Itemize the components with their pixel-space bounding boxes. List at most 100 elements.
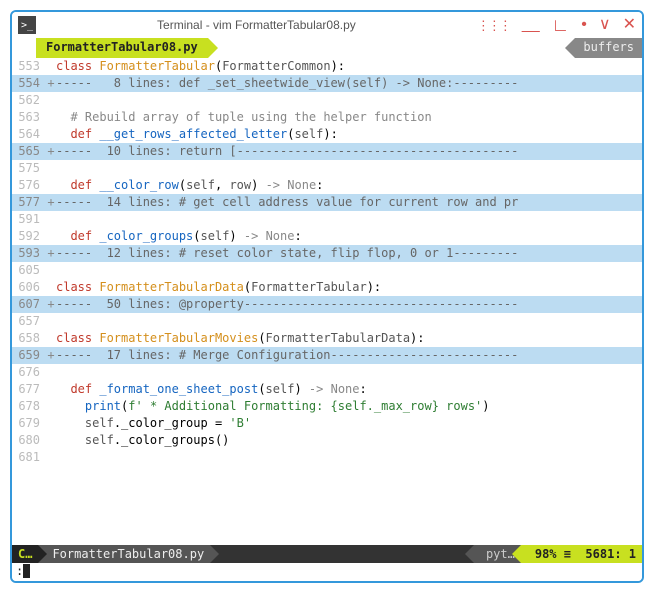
code-line[interactable]: 679 self._color_group = 'B' [12,415,642,432]
line-content [56,211,642,228]
fold-column [46,228,56,245]
line-content: # Rebuild array of tuple using the helpe… [56,109,642,126]
line-content [56,160,642,177]
window-title: Terminal - vim FormatterTabular08.py [42,18,471,32]
code-line[interactable]: 605 [12,262,642,279]
line-number: 607 [12,296,46,313]
buffers-label[interactable]: buffers [575,38,642,58]
fold-column [46,398,56,415]
line-number: 606 [12,279,46,296]
code-line[interactable]: 575 [12,160,642,177]
line-number: 577 [12,194,46,211]
fold-column [46,449,56,466]
line-content: ----- 50 lines: @property---------------… [56,296,642,313]
fold-column [46,211,56,228]
line-content: def _color_groups(self) -> None: [56,228,642,245]
close-button[interactable]: ✕ [623,17,636,33]
code-line[interactable]: 680 self._color_groups() [12,432,642,449]
titlebar[interactable]: >_ Terminal - vim FormatterTabular08.py … [12,12,642,38]
fold-toggle-icon[interactable]: + [46,143,56,160]
line-content: class FormatterTabularData(FormatterTabu… [56,279,642,296]
line-number: 677 [12,381,46,398]
line-content [56,92,642,109]
minimize-button[interactable]: __ [522,17,540,33]
fold-toggle-icon[interactable]: + [46,194,56,211]
line-number: 565 [12,143,46,160]
fold-column [46,92,56,109]
fold-column [46,262,56,279]
terminal-icon: >_ [18,16,36,34]
cursor [23,564,30,578]
fold-toggle-icon[interactable]: + [46,296,56,313]
fold-column [46,313,56,330]
fold-line[interactable]: 607+----- 50 lines: @property-----------… [12,296,642,313]
line-number: 554 [12,75,46,92]
fold-column [46,279,56,296]
fold-column [46,330,56,347]
fold-toggle-icon[interactable]: + [46,75,56,92]
line-number: 678 [12,398,46,415]
line-content [56,313,642,330]
code-line[interactable]: 591 [12,211,642,228]
line-number: 563 [12,109,46,126]
code-line[interactable]: 562 [12,92,642,109]
fold-column [46,126,56,143]
line-number: 591 [12,211,46,228]
active-tab[interactable]: FormatterTabular08.py [36,38,208,58]
editor-area[interactable]: 553 class FormatterTabular(FormatterComm… [12,58,642,545]
buffer-tab-bar: FormatterTabular08.py buffers [12,38,642,58]
fold-line[interactable]: 577+----- 14 lines: # get cell address v… [12,194,642,211]
status-position: 98% ≡ 5681: 1 [521,545,642,563]
line-number: 553 [12,58,46,75]
line-content: self._color_groups() [56,432,642,449]
maximize-button[interactable]: • [581,17,587,33]
fold-column [46,432,56,449]
fold-column [46,177,56,194]
fold-line[interactable]: 593+----- 12 lines: # reset color state,… [12,245,642,262]
code-line[interactable]: 553 class FormatterTabular(FormatterComm… [12,58,642,75]
line-number: 592 [12,228,46,245]
pin-icon[interactable]: ⋮⋮⋮ [477,19,510,32]
line-content: def __color_row(self, row) -> None: [56,177,642,194]
code-line[interactable]: 592 def _color_groups(self) -> None: [12,228,642,245]
code-line[interactable]: 678 print(f' * Additional Formatting: {s… [12,398,642,415]
fold-line[interactable]: 565+----- 10 lines: return [------------… [12,143,642,160]
code-line[interactable]: 657 [12,313,642,330]
line-number: 562 [12,92,46,109]
status-mode: C… [12,545,38,563]
code-line[interactable]: 676 [12,364,642,381]
restore-button[interactable]: ∟ [552,16,570,34]
line-number: 576 [12,177,46,194]
code-line[interactable]: 606 class FormatterTabularData(Formatter… [12,279,642,296]
fold-toggle-icon[interactable]: + [46,347,56,364]
line-number: 593 [12,245,46,262]
code-line[interactable]: 564 def __get_rows_affected_letter(self)… [12,126,642,143]
line-number: 575 [12,160,46,177]
line-number: 680 [12,432,46,449]
code-line[interactable]: 681 [12,449,642,466]
command-line[interactable]: : [12,563,642,581]
line-content: ----- 17 lines: # Merge Configuration---… [56,347,642,364]
fold-line[interactable]: 659+----- 17 lines: # Merge Configuratio… [12,347,642,364]
line-number: 605 [12,262,46,279]
line-content: def __get_rows_affected_letter(self): [56,126,642,143]
line-number: 679 [12,415,46,432]
code-line[interactable]: 677 def _format_one_sheet_post(self) -> … [12,381,642,398]
line-content: ----- 10 lines: return [----------------… [56,143,642,160]
fold-column [46,415,56,432]
line-number: 657 [12,313,46,330]
code-line[interactable]: 576 def __color_row(self, row) -> None: [12,177,642,194]
fold-line[interactable]: 554+----- 8 lines: def _set_sheetwide_vi… [12,75,642,92]
code-line[interactable]: 563 # Rebuild array of tuple using the h… [12,109,642,126]
line-content [56,449,642,466]
code-line[interactable]: 658 class FormatterTabularMovies(Formatt… [12,330,642,347]
line-number: 564 [12,126,46,143]
line-content: class FormatterTabularMovies(FormatterTa… [56,330,642,347]
fold-toggle-icon[interactable]: + [46,245,56,262]
line-content [56,364,642,381]
menu-button[interactable]: ∨ [599,17,611,33]
window-controls: ⋮⋮⋮ __ ∟ • ∨ ✕ [477,16,636,34]
fold-column [46,381,56,398]
fold-column [46,160,56,177]
status-spacer [210,545,474,563]
